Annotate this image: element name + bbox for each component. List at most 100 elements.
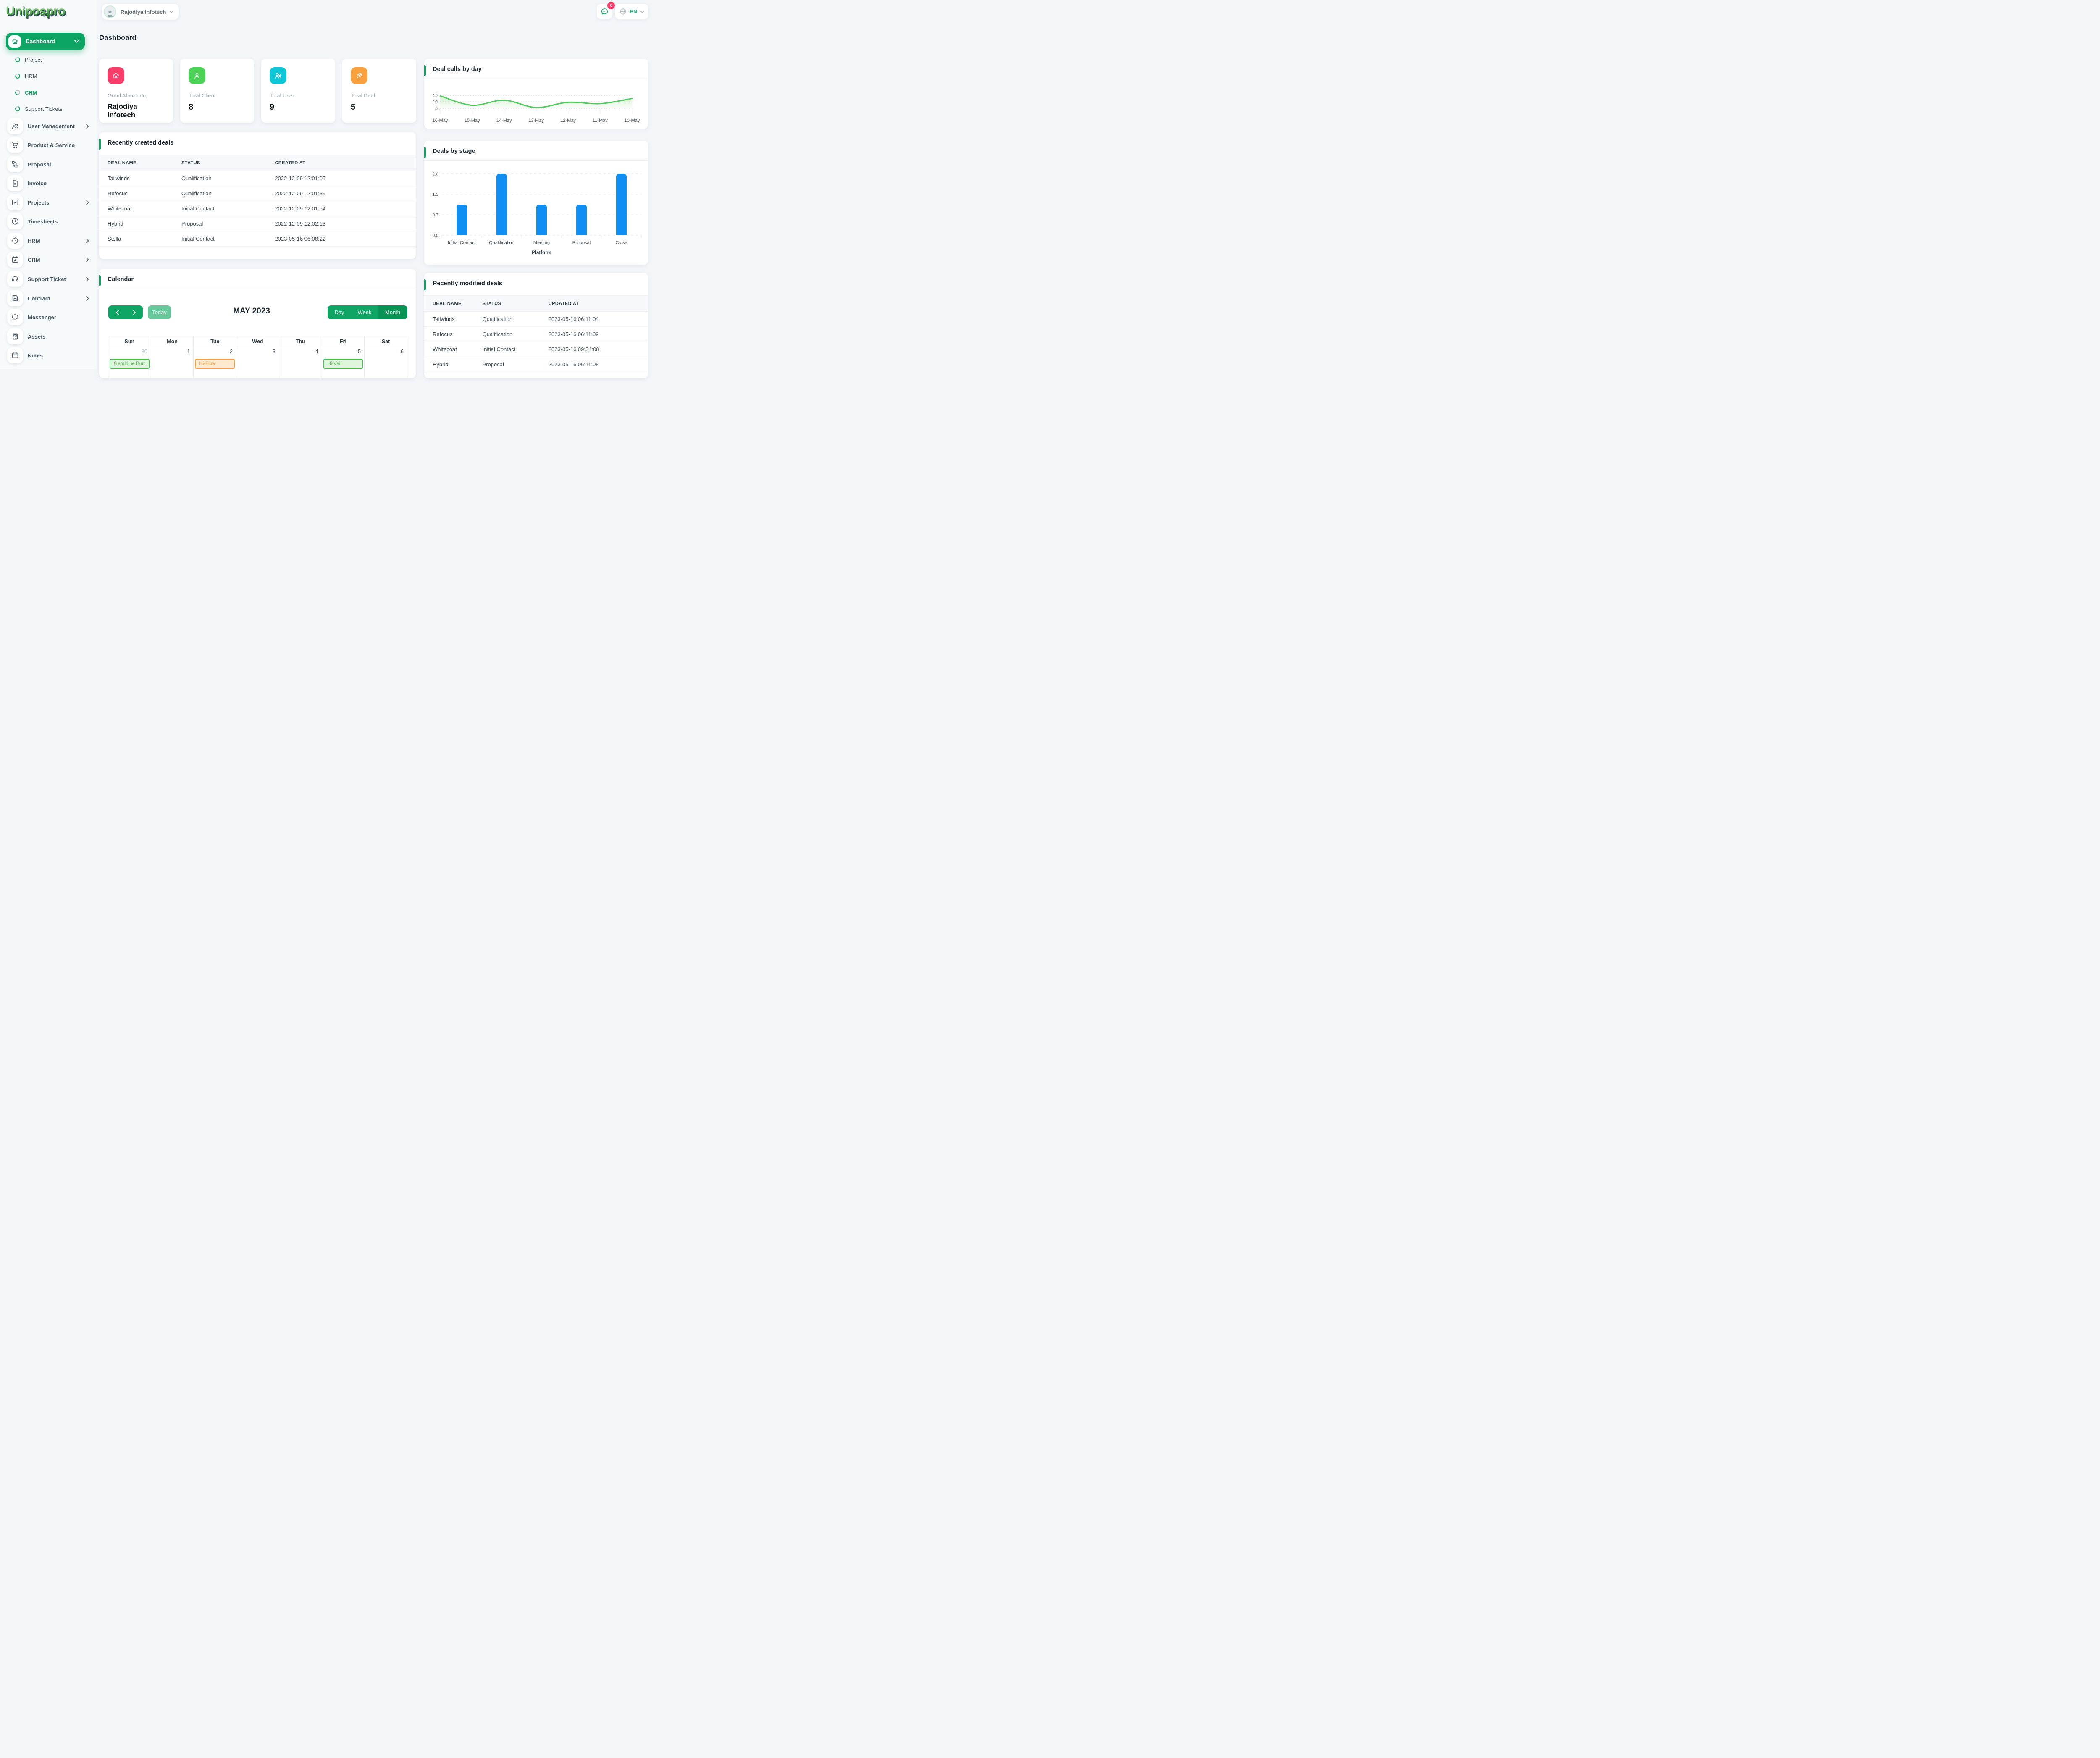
deal-updated-at: 2023-05-16 06:11:04 [548, 316, 599, 322]
svg-text:10-May: 10-May [625, 118, 640, 123]
calendar-day-header-row: Sun Mon Tue Wed Thu Fri Sat [108, 336, 407, 347]
sidebar-item-messenger[interactable]: Messenger [0, 309, 97, 326]
table-row: Refocus Qualification 2022-12-09 12:01:3… [99, 186, 416, 201]
deal-created-at: 2022-12-09 12:02:13 [275, 221, 326, 227]
notification-badge: 0 [607, 2, 615, 9]
sidebar-item-dashboard[interactable]: Dashboard [6, 33, 85, 50]
calendar-day-cell[interactable]: 5 Hi-Veil [321, 347, 365, 378]
table-row: Hybrid Proposal 2023-05-16 06:11:08 [424, 357, 648, 372]
calendar-day-cell[interactable]: 1 [150, 347, 194, 378]
svg-text:Qualification: Qualification [489, 240, 514, 245]
deal-name: Tailwinds [108, 175, 130, 181]
calendar-day-cell[interactable]: 4 [278, 347, 322, 378]
sidebar-item-proposal[interactable]: Proposal [0, 156, 97, 173]
sidebar-item-assets[interactable]: Assets [0, 328, 97, 345]
deal-calls-area-chart: 5 10 15 16-May 15-May 14-May 13-May 12-May 11-Ma… [430, 86, 642, 124]
chevron-down-icon [169, 11, 174, 13]
home-icon [8, 35, 21, 48]
sidebar-item-timesheets[interactable]: Timesheets [0, 213, 97, 230]
deal-status: Initial Contact [181, 205, 215, 212]
date-number: 1 [187, 349, 190, 355]
calendar-day-cell[interactable]: 2 Hi-Flow [193, 347, 237, 378]
day-header: Wed [236, 336, 279, 347]
deal-name: Hybrid [108, 221, 123, 227]
card-title: Deal calls by day [424, 59, 648, 79]
view-week-button[interactable]: Week [351, 305, 378, 319]
deal-name: Refocus [433, 331, 453, 337]
company-name: Rajodiya infotech [121, 8, 166, 15]
sidebar-item-crm[interactable]: CRM [0, 251, 97, 268]
rocket-icon [351, 67, 368, 84]
svg-text:1.3: 1.3 [432, 192, 438, 197]
users-icon [270, 67, 286, 84]
deal-status: Initial Contact [482, 346, 516, 352]
sidebar-item-hrm[interactable]: HRM [0, 232, 97, 249]
stat-label: Total Client [189, 92, 216, 99]
sidebar-item-label: Support Ticket [28, 276, 66, 282]
brand-logo[interactable]: Unipospro [6, 4, 66, 18]
day-header: Tue [193, 336, 237, 347]
sidebar-item-projects[interactable]: Projects [0, 194, 97, 211]
messages-button[interactable]: 0 [597, 2, 615, 19]
calendar-day-cell[interactable]: 6 [364, 347, 407, 378]
calendar-day-cell[interactable]: 30 Geraldine Burt [108, 347, 151, 378]
calendar-day-cell[interactable]: 3 [236, 347, 279, 378]
chevron-right-icon [86, 257, 89, 262]
sidebar: Unipospro Dashboard Project HRM CRM Supp… [0, 0, 97, 369]
calendar-event[interactable]: Hi-Veil [323, 359, 363, 369]
svg-text:11-May: 11-May [593, 118, 608, 123]
sidebar-item-label: Contract [28, 295, 50, 302]
stat-card-total-deal: Total Deal 5 [342, 59, 416, 123]
sidebar-item-product-service[interactable]: Product & Service [0, 137, 97, 153]
sidebar-item-label: Project [25, 56, 42, 63]
user-icon [189, 67, 205, 84]
company-selector[interactable]: Rajodiya infotech [102, 4, 179, 20]
calendar-event[interactable]: Geraldine Burt [110, 359, 150, 369]
language-selector[interactable]: EN [615, 4, 648, 19]
deal-status: Proposal [482, 361, 504, 368]
deal-name: Tailwinds [433, 316, 455, 322]
view-day-button[interactable]: Day [328, 305, 351, 319]
sidebar-item-crm-sub[interactable]: CRM [0, 87, 97, 98]
card-title: Deals by stage [424, 141, 648, 161]
svg-text:15: 15 [433, 93, 438, 98]
deal-name: Whitecoat [433, 346, 457, 352]
calendar-sync-icon [7, 252, 23, 268]
sidebar-item-support-tickets-sub[interactable]: Support Tickets [0, 103, 97, 115]
sidebar-item-contract[interactable]: Contract [0, 290, 97, 307]
view-month-button[interactable]: Month [378, 305, 407, 319]
calendar-event[interactable]: Hi-Flow [195, 359, 235, 369]
sidebar-item-project[interactable]: Project [0, 54, 97, 66]
deal-status: Initial Contact [181, 236, 215, 242]
sidebar-item-label: Product & Service [28, 142, 75, 148]
stat-label: Good Afternoon, [108, 92, 147, 99]
day-header: Sun [108, 336, 151, 347]
chat-icon [7, 309, 23, 325]
sidebar-item-user-management[interactable]: User Management [0, 118, 97, 134]
stat-card-total-user: Total User 9 [261, 59, 335, 123]
deal-name: Stella [108, 236, 121, 242]
stat-value: 9 [270, 102, 275, 112]
column-header: STATUS [181, 160, 200, 166]
chevron-right-icon [86, 124, 89, 129]
svg-text:14-May: 14-May [496, 118, 512, 123]
sidebar-item-label: HRM [28, 237, 40, 244]
sidebar-item-notes[interactable]: Notes [0, 347, 97, 364]
recently-created-deals-card: Recently created deals DEAL NAME STATUS … [99, 132, 416, 259]
stat-label: Total Deal [351, 92, 375, 99]
sidebar-item-hrm-sub[interactable]: HRM [0, 70, 97, 82]
deal-name: Refocus [108, 190, 128, 197]
calendar-grid: Sun Mon Tue Wed Thu Fri Sat 30 Geraldine… [108, 336, 407, 378]
stat-card-greeting: Good Afternoon, Rajodiya infotech [99, 59, 173, 123]
svg-text:Initial Contact: Initial Contact [448, 240, 476, 245]
day-header: Sat [364, 336, 407, 347]
sidebar-item-label: CRM [28, 256, 40, 263]
sidebar-item-invoice[interactable]: Invoice [0, 175, 97, 192]
table-header: DEAL NAME STATUS CREATED AT [99, 155, 416, 171]
svg-text:12-May: 12-May [560, 118, 576, 123]
deals-by-stage-bar-chart: 0.0 0.7 1.3 2.0 Initial Contact Qualification… [430, 165, 642, 260]
deal-created-at: 2023-05-16 06:08:22 [275, 236, 326, 242]
clock-icon [7, 213, 23, 229]
sidebar-item-label: Support Tickets [25, 105, 63, 112]
sidebar-item-support-ticket[interactable]: Support Ticket [0, 271, 97, 287]
